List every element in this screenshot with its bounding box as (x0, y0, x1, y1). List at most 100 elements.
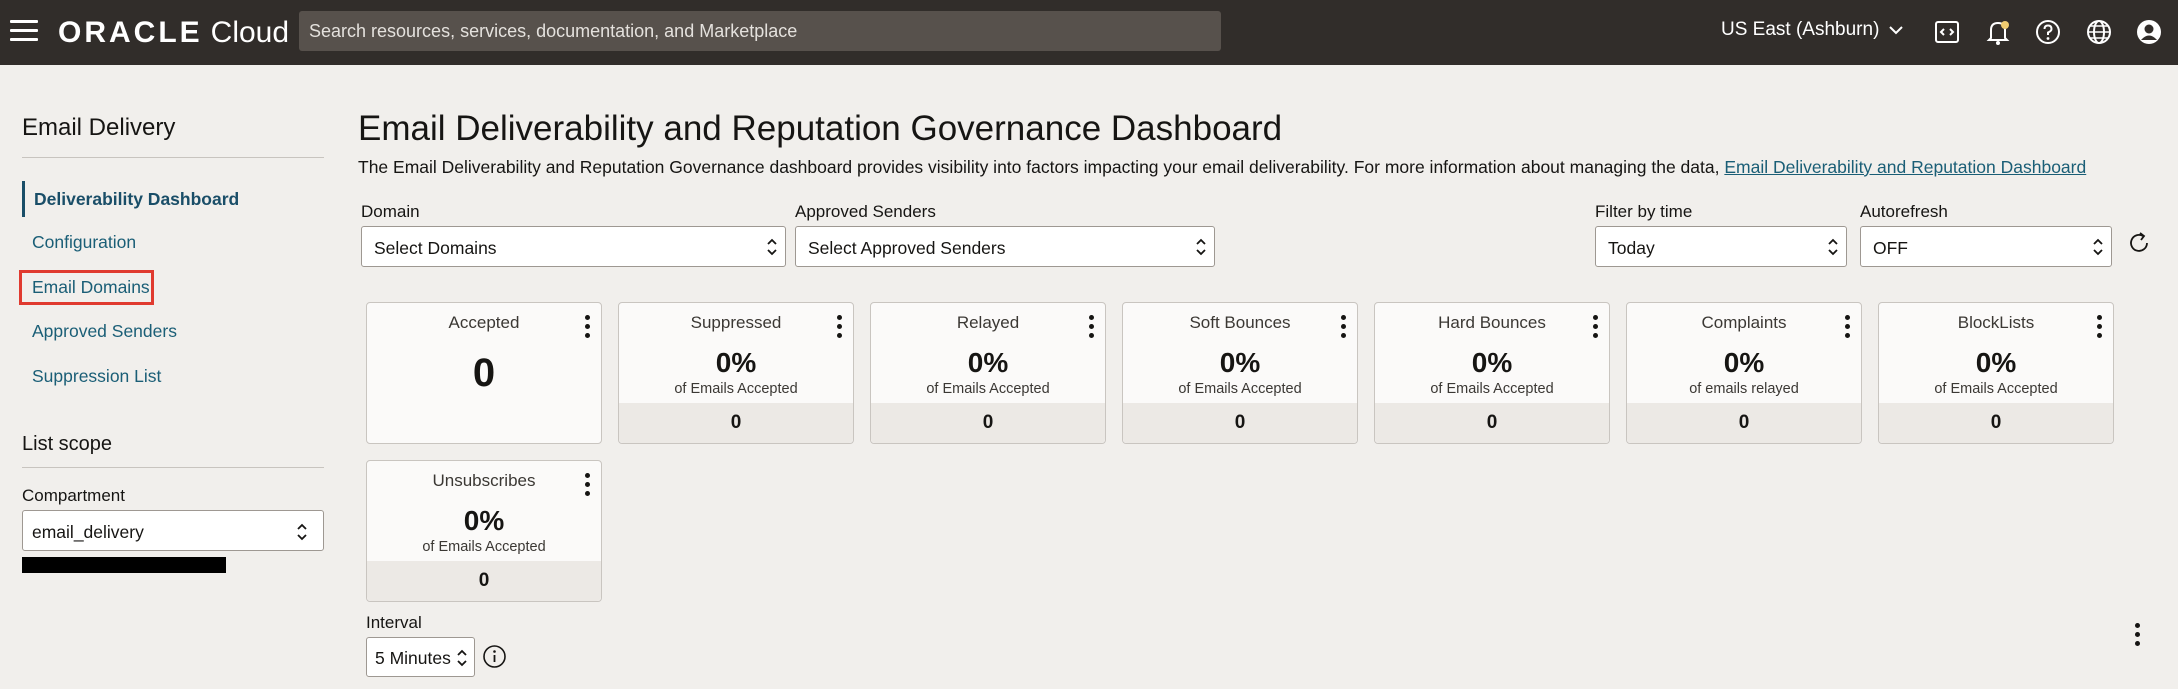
updown-chevron-icon (457, 649, 467, 667)
region-label: US East (Ashburn) (1721, 19, 1880, 40)
sidebar-divider (22, 157, 324, 158)
updown-chevron-icon (1196, 238, 1206, 256)
metric-card-soft-bounces: Soft Bounces 0% of Emails Accepted 0 (1122, 302, 1358, 444)
card-kebab-menu-icon[interactable] (1339, 315, 1347, 341)
metric-card-suppressed: Suppressed 0% of Emails Accepted 0 (618, 302, 854, 444)
approved-senders-value: Select Approved Senders (808, 238, 1006, 258)
card-subtitle: of emails relayed (1689, 381, 1799, 397)
filter-by-time-value: Today (1608, 238, 1655, 258)
compartment-label: Compartment (22, 486, 125, 505)
card-count: 0 (1123, 403, 1357, 443)
card-title: Relayed (956, 313, 1020, 332)
card-count: 0 (367, 561, 601, 601)
oracle-cloud-logo[interactable]: ORACLE Cloud (58, 16, 289, 50)
card-count: 0 (1627, 403, 1861, 443)
autorefresh-label: Autorefresh (1860, 202, 1948, 221)
autorefresh-value: OFF (1873, 238, 1908, 258)
metric-card-complaints: Complaints 0% of emails relayed 0 (1626, 302, 1862, 444)
user-profile-icon[interactable] (2132, 15, 2166, 49)
card-subtitle: of Emails Accepted (1934, 381, 2058, 397)
notifications-bell-icon[interactable] (1981, 15, 2015, 49)
card-title: BlockLists (1957, 313, 2035, 332)
card-percent: 0% (967, 347, 1009, 378)
card-kebab-menu-icon[interactable] (583, 315, 591, 341)
domain-select[interactable]: Select Domains (361, 226, 786, 267)
page-title: Email Deliverability and Reputation Gove… (358, 109, 1283, 148)
metric-card-hard-bounces: Hard Bounces 0% of Emails Accepted 0 (1374, 302, 1610, 444)
card-kebab-menu-icon[interactable] (835, 315, 843, 341)
sidebar-item-deliverability-dashboard[interactable]: Deliverability Dashboard (22, 181, 239, 217)
card-subtitle: of Emails Accepted (926, 381, 1050, 397)
card-count: 0 (1879, 403, 2113, 443)
card-percent: 0% (1219, 347, 1261, 378)
refresh-icon[interactable] (2125, 229, 2153, 257)
region-selector[interactable]: US East (Ashburn) (1721, 19, 1905, 41)
code-editor-icon[interactable] (1930, 15, 1964, 49)
card-kebab-menu-icon[interactable] (583, 473, 591, 499)
card-kebab-menu-icon[interactable] (1843, 315, 1851, 341)
card-title: Hard Bounces (1438, 313, 1546, 332)
chevron-down-icon (1889, 26, 1904, 35)
card-title: Soft Bounces (1189, 313, 1291, 332)
card-percent: 0% (1975, 347, 2017, 378)
card-percent: 0% (463, 505, 505, 536)
info-icon[interactable] (482, 644, 507, 669)
card-title: Accepted (448, 313, 520, 332)
logo-brand: ORACLE (58, 16, 203, 49)
description-text: The Email Deliverability and Reputation … (358, 157, 1720, 177)
card-subtitle: of Emails Accepted (422, 539, 546, 555)
compartment-value: email_delivery (32, 522, 144, 542)
sidebar-item-suppression-list[interactable]: Suppression List (22, 366, 161, 387)
updown-chevron-icon (2093, 238, 2103, 256)
dashboard-doc-link[interactable]: Email Deliverability and Reputation Dash… (1724, 157, 2086, 177)
redacted-block (22, 557, 226, 573)
interval-select[interactable]: 5 Minutes (366, 637, 475, 677)
sidebar-title: Email Delivery (22, 114, 176, 141)
hamburger-menu-icon[interactable] (10, 20, 38, 42)
filter-by-time-select[interactable]: Today (1595, 226, 1847, 267)
domain-value: Select Domains (374, 238, 497, 258)
page-description: The Email Deliverability and Reputation … (358, 157, 2086, 178)
page-kebab-menu-icon[interactable] (2133, 623, 2141, 649)
metric-card-blocklists: BlockLists 0% of Emails Accepted 0 (1878, 302, 2114, 444)
metric-card-accepted: Accepted 0 (366, 302, 602, 444)
metric-card-unsubscribes: Unsubscribes 0% of Emails Accepted 0 (366, 460, 602, 602)
language-globe-icon[interactable] (2082, 15, 2116, 49)
card-subtitle: of Emails Accepted (674, 381, 798, 397)
updown-chevron-icon (767, 238, 777, 256)
approved-senders-label: Approved Senders (795, 202, 936, 221)
search-input[interactable]: Search resources, services, documentatio… (299, 11, 1221, 51)
compartment-select[interactable]: email_delivery (22, 510, 324, 551)
card-kebab-menu-icon[interactable] (1591, 315, 1599, 341)
card-percent: 0% (1471, 347, 1513, 378)
list-scope-divider (22, 467, 324, 468)
card-kebab-menu-icon[interactable] (2095, 315, 2103, 341)
metric-card-relayed: Relayed 0% of Emails Accepted 0 (870, 302, 1106, 444)
sidebar-item-approved-senders[interactable]: Approved Senders (22, 321, 177, 342)
list-scope-heading: List scope (22, 433, 113, 455)
card-title: Suppressed (690, 313, 782, 332)
updown-chevron-icon (1828, 238, 1838, 256)
sidebar-item-email-domains[interactable]: Email Domains (22, 277, 150, 298)
interval-label: Interval (366, 613, 422, 632)
card-count: 0 (871, 403, 1105, 443)
card-subtitle: of Emails Accepted (1178, 381, 1302, 397)
domain-label: Domain (361, 202, 420, 221)
card-title: Complaints (1701, 313, 1787, 332)
card-value: 0 (472, 351, 496, 395)
card-subtitle: of Emails Accepted (1430, 381, 1554, 397)
interval-value: 5 Minutes (375, 648, 451, 668)
sidebar-item-configuration[interactable]: Configuration (22, 232, 136, 253)
filter-by-time-label: Filter by time (1595, 202, 1693, 221)
autorefresh-select[interactable]: OFF (1860, 226, 2112, 267)
approved-senders-select[interactable]: Select Approved Senders (795, 226, 1215, 267)
top-bar: ORACLE Cloud Search resources, services, … (0, 0, 2178, 65)
help-icon[interactable] (2031, 15, 2065, 49)
card-kebab-menu-icon[interactable] (1087, 315, 1095, 341)
card-percent: 0% (715, 347, 757, 378)
updown-chevron-icon (297, 523, 307, 541)
card-title: Unsubscribes (432, 471, 536, 490)
card-count: 0 (1375, 403, 1609, 443)
logo-product: Cloud (210, 16, 290, 49)
card-percent: 0% (1723, 347, 1765, 378)
